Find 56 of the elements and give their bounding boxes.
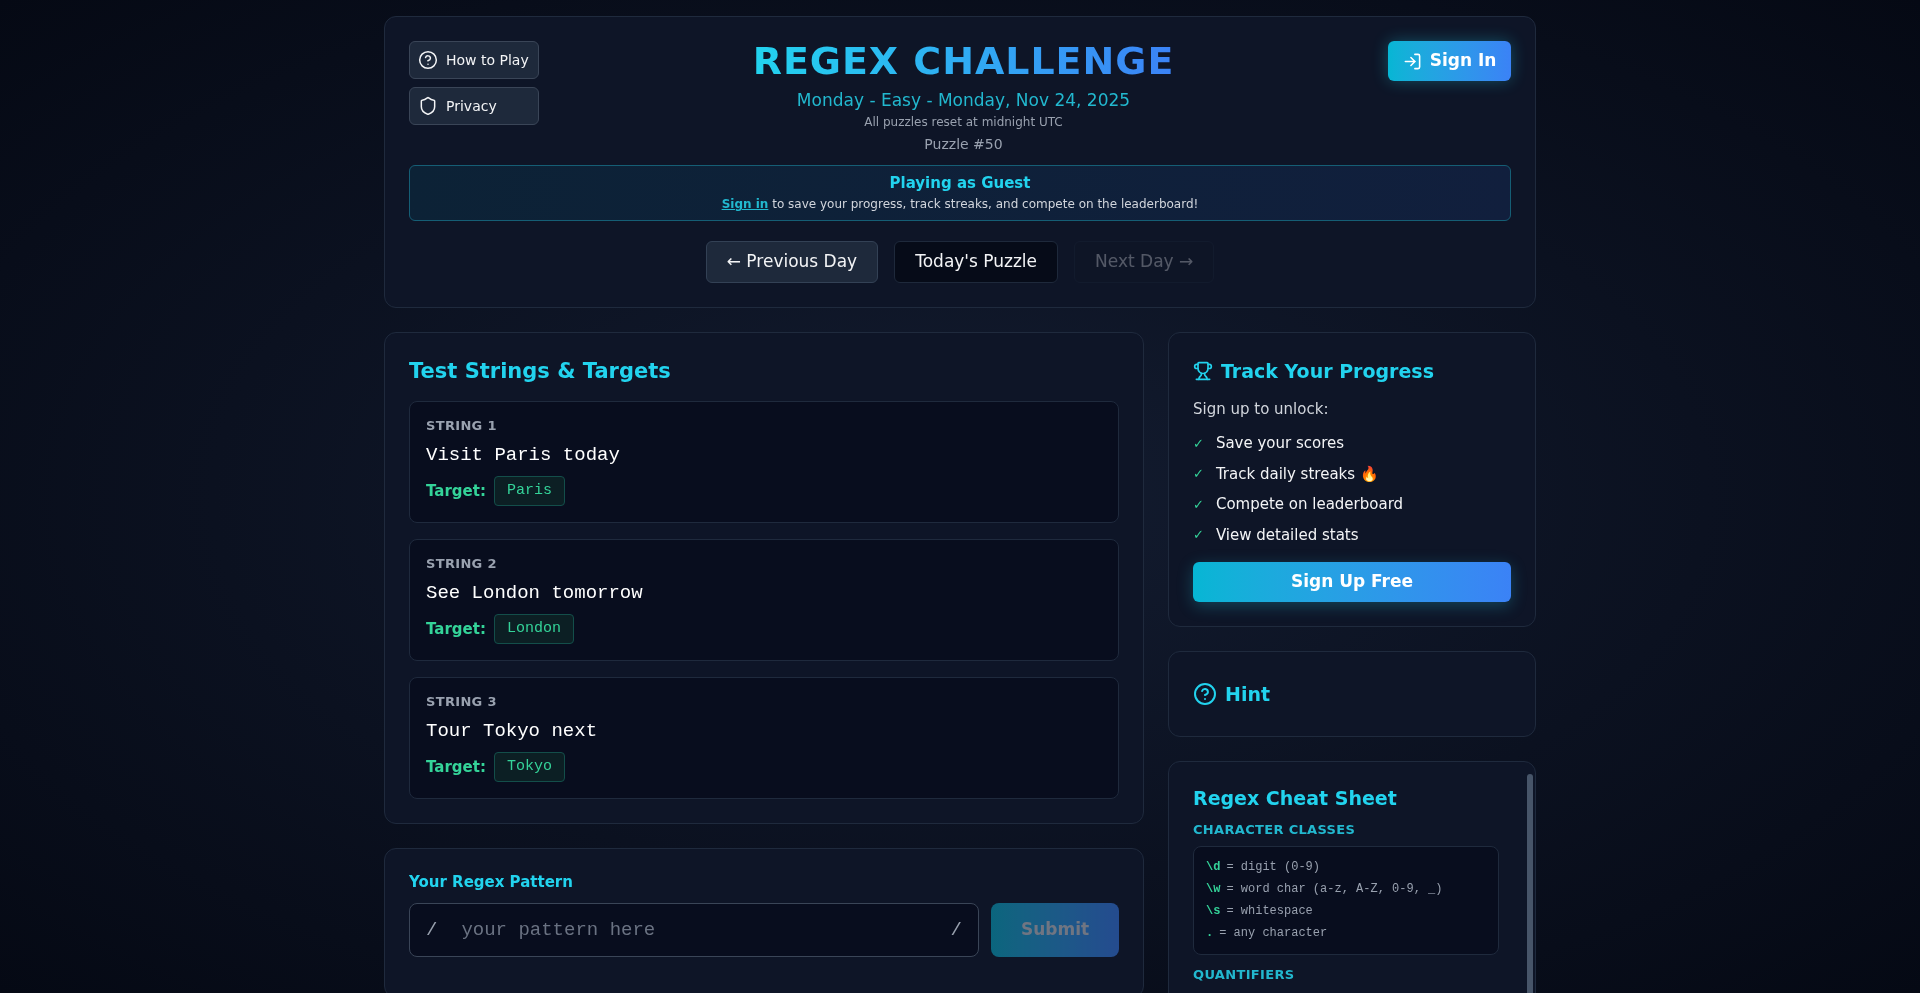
feature-item: View detailed stats (1215, 524, 1359, 546)
slash-delimiter: / (950, 917, 962, 943)
todays-puzzle-button[interactable]: Today's Puzzle (894, 241, 1059, 283)
target-label: Target: (426, 618, 486, 640)
hint-title: Hint (1225, 681, 1271, 707)
puzzle-number: Puzzle #50 (924, 135, 1003, 153)
hint-panel[interactable]: Hint (1168, 651, 1536, 737)
slash-delimiter: / (426, 917, 438, 943)
pattern-input[interactable]: / your pattern here / (409, 903, 979, 957)
panel-title: Regex Cheat Sheet (1193, 786, 1398, 810)
regex-token: \d (1206, 859, 1221, 876)
puzzle-date: Monday - Easy - Monday, Nov 24, 2025 (796, 89, 1131, 111)
string-label: STRING 2 (426, 556, 498, 572)
token-meaning: = any character (1219, 925, 1328, 942)
shield-icon (418, 96, 438, 116)
token-meaning: = digit (0-9) (1226, 859, 1321, 876)
token-meaning: = word char (a-z, A-Z, 0-9, _) (1226, 881, 1443, 898)
unlock-intro: Sign up to unlock: (1193, 398, 1330, 420)
target-label: Target: (426, 756, 486, 778)
regex-token: . (1206, 925, 1214, 942)
help-icon (418, 50, 438, 70)
pattern-text-input[interactable]: your pattern here (461, 915, 927, 945)
regex-token: \s (1206, 903, 1221, 920)
panel-title: Test Strings & Targets (409, 358, 672, 385)
trophy-icon (1193, 361, 1213, 382)
sign-in-icon (1402, 51, 1422, 71)
target-chip: London (493, 614, 574, 644)
feature-item: Track daily streaks 🔥 (1215, 463, 1379, 485)
feature-item: Save your scores (1215, 433, 1345, 454)
sign-in-link[interactable]: Sign in (721, 197, 769, 211)
check-mark: ✓ (1193, 495, 1204, 514)
check-mark: ✓ (1193, 434, 1204, 453)
check-mark: ✓ (1193, 465, 1204, 483)
regex-token: \w (1206, 881, 1221, 898)
reset-note: All puzzles reset at midnight UTC (864, 114, 1063, 131)
test-string: Tour Tokyo next (426, 719, 599, 744)
banner-title: Playing as Guest (889, 174, 1031, 192)
check-mark: ✓ (1193, 526, 1204, 544)
panel-title: Track Your Progress (1221, 359, 1434, 384)
previous-day-button[interactable]: ← Previous Day (705, 241, 879, 283)
how-to-play-button[interactable]: How to Play (409, 41, 539, 79)
section-heading: CHARACTER CLASSES (1193, 822, 1357, 838)
target-chip: Paris (493, 476, 565, 506)
string-label: STRING 3 (426, 694, 498, 710)
pattern-label: Your Regex Pattern (409, 873, 574, 891)
token-meaning: = whitespace (1226, 903, 1313, 920)
target-label: Target: (426, 480, 486, 502)
test-string: See London tomorrow (426, 581, 644, 606)
help-icon (1193, 682, 1217, 706)
test-string: Visit Paris today (426, 443, 621, 468)
target-chip: Tokyo (493, 752, 565, 782)
banner-message: Sign in to save your progress, track streaks, and compete on the leaderboard! (721, 196, 1199, 212)
feature-item: Compete on leaderboard (1215, 494, 1404, 515)
string-label: STRING 1 (426, 418, 498, 434)
privacy-button[interactable]: Privacy (409, 87, 539, 125)
section-heading: QUANTIFIERS (1193, 967, 1296, 983)
